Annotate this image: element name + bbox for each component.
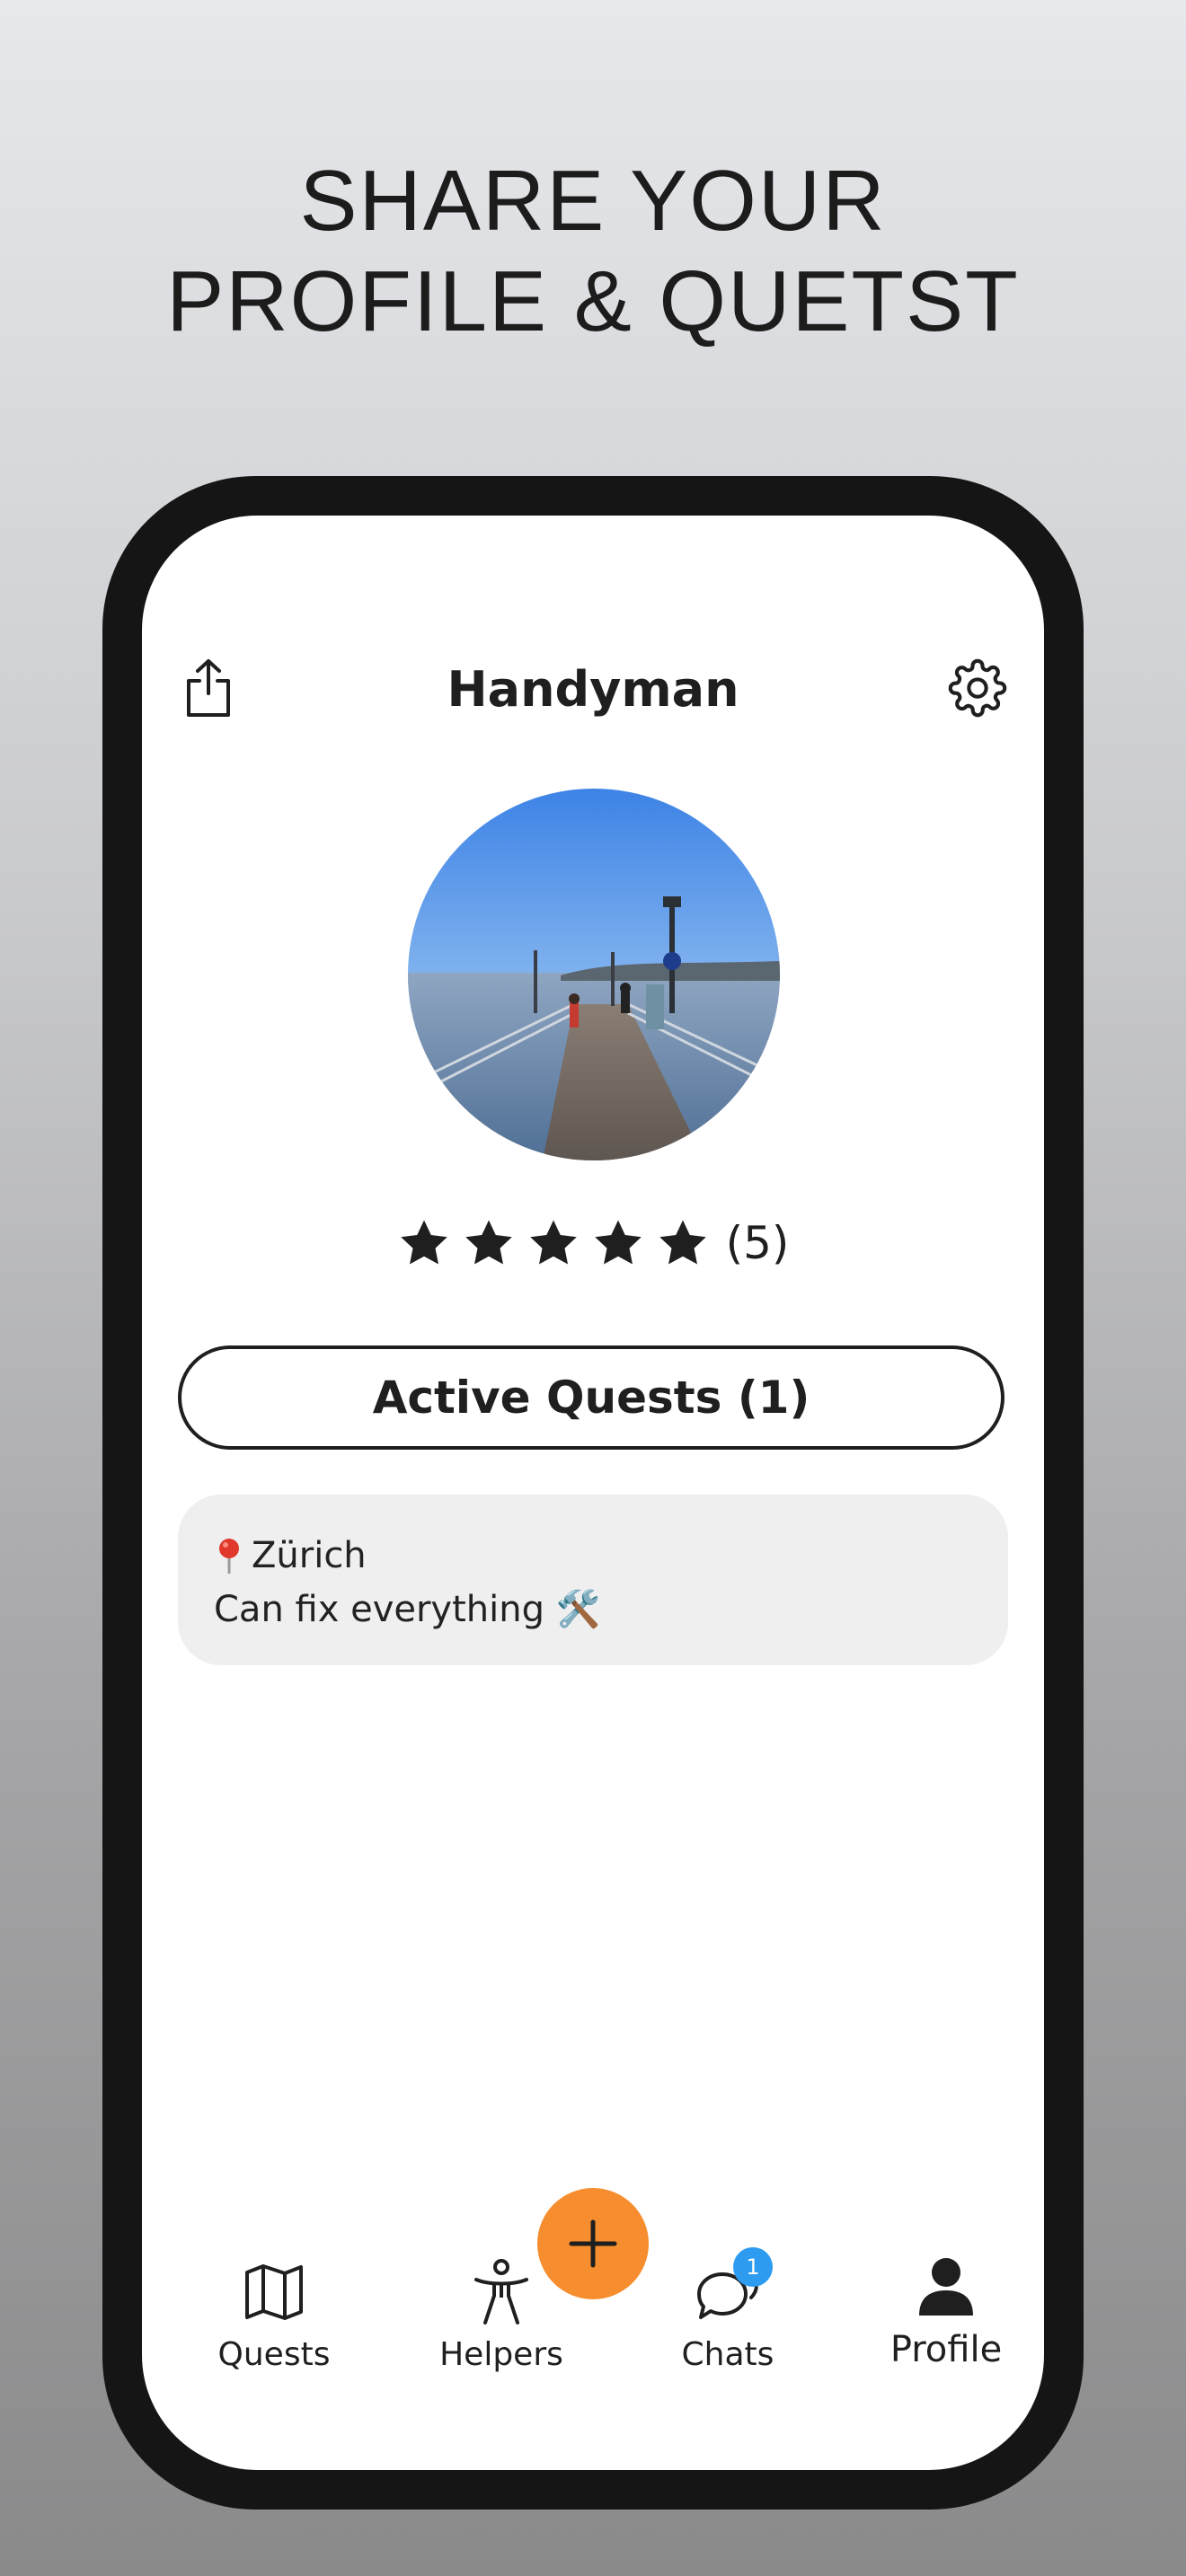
person-icon bbox=[919, 2258, 973, 2316]
location-text: Zürich bbox=[252, 1535, 367, 1576]
star-icon bbox=[400, 1220, 447, 1265]
tab-quests[interactable]: Quests bbox=[184, 2258, 364, 2375]
star-icon bbox=[529, 1220, 577, 1265]
page-title: Handyman bbox=[447, 661, 739, 718]
star-icon bbox=[659, 1220, 706, 1265]
headline-line-2: PROFILE & QUETST bbox=[166, 253, 1020, 349]
tab-label: Profile bbox=[890, 2329, 1003, 2370]
unread-badge: 1 bbox=[733, 2247, 773, 2287]
tab-profile[interactable]: Profile bbox=[856, 2253, 1036, 2369]
avatar[interactable] bbox=[408, 789, 780, 1160]
bio-card: Zürich Can fix everything 🛠️ bbox=[178, 1495, 1008, 1665]
tab-label: Chats bbox=[681, 2336, 774, 2373]
bio-description: Can fix everything 🛠️ bbox=[214, 1589, 601, 1630]
accessibility-icon bbox=[474, 2259, 528, 2325]
chat-icon-wrapper: 1 bbox=[694, 2247, 773, 2326]
rating: (5) bbox=[142, 1216, 1044, 1270]
star-icon bbox=[594, 1220, 642, 1265]
tab-chats[interactable]: 1 Chats bbox=[638, 2247, 818, 2375]
phone-frame: Handyman (5) Active Quests (1) Zürich Ca… bbox=[102, 476, 1084, 2510]
rating-count: (5) bbox=[725, 1217, 790, 1269]
marketing-headline: SHARE YOUR PROFILE & QUETST bbox=[0, 151, 1186, 352]
location-line: Zürich bbox=[214, 1529, 972, 1583]
gear-icon bbox=[948, 658, 1007, 718]
tab-helpers[interactable]: Helpers bbox=[412, 2258, 591, 2375]
tab-label: Helpers bbox=[439, 2336, 563, 2373]
headline-line-1: SHARE YOUR bbox=[299, 153, 887, 249]
pin-icon bbox=[219, 1539, 239, 1574]
active-quests-button[interactable]: Active Quests (1) bbox=[178, 1345, 1005, 1450]
tab-label: Quests bbox=[217, 2336, 331, 2373]
map-icon bbox=[245, 2264, 303, 2320]
star-icon bbox=[465, 1220, 512, 1265]
settings-button[interactable] bbox=[945, 656, 1010, 720]
avatar-photo bbox=[408, 789, 780, 1160]
phone-screen: Handyman (5) Active Quests (1) Zürich Ca… bbox=[142, 516, 1044, 2470]
